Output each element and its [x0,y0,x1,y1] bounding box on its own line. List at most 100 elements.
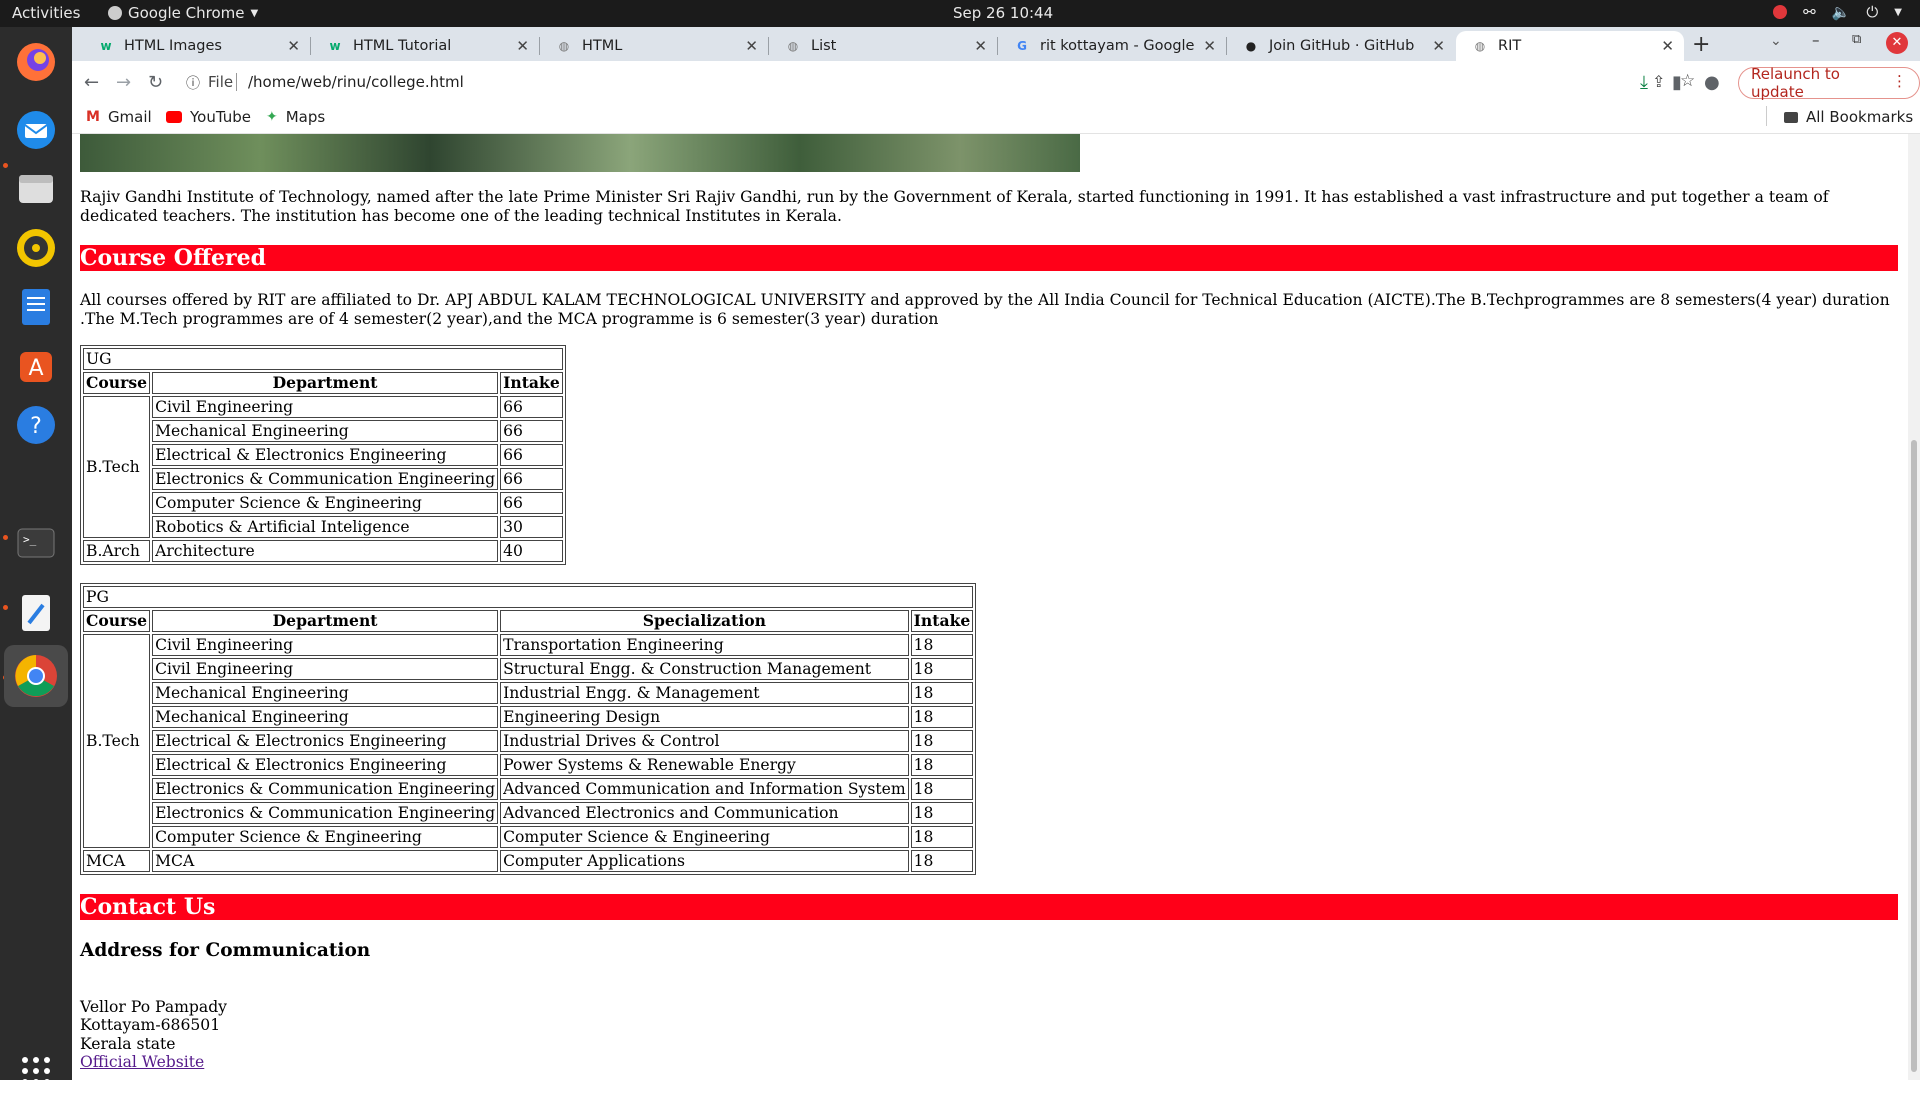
table-row: Robotics & Artificial Inteligence 30 [83,516,563,538]
back-icon[interactable]: ← [84,72,99,93]
minimize-button[interactable]: – [1812,31,1820,49]
youtube-icon [166,111,182,123]
bookmark-gmail[interactable]: M Gmail [86,108,152,126]
volume-icon: 🔈 [1831,3,1851,21]
app-center-icon[interactable]: A [10,340,62,392]
table-row: Civil Engineering Structural Engg. & Con… [83,658,974,680]
intake-cell: 18 [910,826,974,848]
department-cell: Architecture [152,540,499,562]
tab-title: Join GitHub · GitHub [1269,38,1415,54]
thunderbird-icon[interactable] [10,104,62,156]
address-line: Kottayam-686501 [80,1016,221,1035]
intake-cell: 18 [910,634,974,656]
url-text[interactable]: /home/web/rinu/college.html [248,73,464,91]
department-cell: Civil Engineering [152,634,499,656]
profile-icon[interactable]: ● [1704,72,1720,93]
specialization-cell: Transportation Engineering [500,634,909,656]
intake-cell: 18 [910,754,974,776]
rhythmbox-icon[interactable] [10,222,62,274]
bookmark-youtube[interactable]: YouTube [166,108,251,126]
col-header: Intake [500,372,563,394]
writer-icon[interactable] [10,281,62,333]
caret-down-icon: ▼ [250,7,259,19]
close-icon[interactable]: ✕ [974,37,987,55]
close-icon[interactable]: ✕ [745,37,758,55]
chrome-icon [108,6,122,20]
side-panel-icon[interactable]: ▮ [1672,72,1682,93]
intake-cell: 66 [500,492,563,514]
system-tray[interactable]: ⚯ 🔈 ⏻ ▼ [1773,3,1902,21]
text-editor-icon[interactable] [10,587,62,639]
course-cell: B.Tech [83,396,151,538]
specialization-cell: Industrial Engg. & Management [500,682,909,704]
tab-title: rit kottayam - Google Se [1040,38,1200,54]
department-cell: Computer Science & Engineering [152,492,499,514]
table-row: Mechanical Engineering Engineering Desig… [83,706,974,728]
activities-button[interactable]: Activities [12,4,80,22]
clock[interactable]: Sep 26 10:44 [953,4,1053,22]
intake-cell: 40 [500,540,563,562]
table-row: Electrical & Electronics Engineering Ind… [83,730,974,752]
tab-html[interactable]: ◍ HTML ✕ [540,31,768,61]
intake-cell: 18 [910,658,974,680]
forward-icon[interactable]: → [116,72,131,93]
more-menu-icon[interactable]: ⋮ [1892,72,1907,90]
department-cell: Electronics & Communication Engineering [152,468,499,490]
all-bookmarks-button[interactable]: All Bookmarks [1784,108,1913,126]
address-bar[interactable]: ⓘ File /home/web/rinu/college.html ⇪ ☆ [180,67,1700,99]
tab-rit[interactable]: ◍ RIT ✕ [1456,31,1684,61]
download-icon[interactable]: ⤓ [1640,72,1648,93]
department-cell: MCA [152,850,499,872]
department-cell: Civil Engineering [152,658,499,680]
page-scrollbar[interactable] [1908,134,1920,1080]
tab-title: List [811,38,837,54]
chrome-dock-icon[interactable] [4,645,68,707]
reload-icon[interactable]: ↻ [148,72,163,93]
close-icon[interactable]: ✕ [1432,37,1445,55]
tab-list[interactable]: ◍ List ✕ [769,31,997,61]
tab-html-images[interactable]: w HTML Images ✕ [82,31,310,61]
table-row: Electrical & Electronics Engineering Pow… [83,754,974,776]
specialization-cell: Advanced Electronics and Communication [500,802,909,824]
firefox-icon[interactable] [10,36,62,88]
official-website-link[interactable]: Official Website [80,1053,204,1071]
close-icon[interactable]: ✕ [516,37,529,55]
close-window-button[interactable]: ✕ [1886,32,1908,54]
globe-icon: ◍ [558,39,570,53]
relaunch-button[interactable]: Relaunch to update ⋮ [1738,65,1920,101]
tab-title: RIT [1498,38,1522,54]
specialization-cell: Engineering Design [500,706,909,728]
table-row: Mechanical Engineering Industrial Engg. … [83,682,974,704]
col-header: Department [152,610,499,632]
new-tab-button[interactable]: + [1692,32,1710,57]
address-line: Kerala state [80,1034,176,1053]
app-menu[interactable]: Google Chrome ▼ [108,4,258,22]
bookmarks-bar: M Gmail YouTube ✦ Maps All Bookmarks [72,103,1920,134]
scrollbar-thumb[interactable] [1911,440,1917,1072]
files-icon[interactable] [10,163,62,215]
specialization-cell: Power Systems & Renewable Energy [500,754,909,776]
close-icon[interactable]: ✕ [1203,37,1216,55]
tab-github[interactable]: ● Join GitHub · GitHub ✕ [1227,31,1455,61]
tab-search-icon[interactable]: ⌄ [1770,33,1782,49]
col-header: Course [83,610,151,632]
table-row: B.Tech Civil Engineering 66 [83,396,563,538]
help-icon[interactable]: ? [10,399,62,451]
info-icon[interactable]: ⓘ [186,73,200,93]
courses-paragraph: All courses offered by RIT are affiliate… [80,291,1890,328]
close-icon[interactable]: ✕ [1661,37,1674,55]
tab-html-tutorial[interactable]: w HTML Tutorial ✕ [311,31,539,61]
maximize-button[interactable]: ⧉ [1852,32,1861,47]
department-cell: Electronics & Communication Engineering [152,778,499,800]
share-icon[interactable]: ⇪ [1652,72,1665,91]
terminal-icon[interactable]: >_ [10,517,62,569]
all-bookmarks-label: All Bookmarks [1806,108,1914,126]
col-header: Intake [910,610,974,632]
bookmark-maps[interactable]: ✦ Maps [266,108,325,126]
star-icon[interactable]: ☆ [1680,71,1695,91]
close-icon[interactable]: ✕ [287,37,300,55]
tab-google-search[interactable]: G rit kottayam - Google Se ✕ [998,31,1226,61]
course-cell: B.Arch [83,540,151,562]
show-apps-icon[interactable] [10,1045,62,1097]
app-name: Google Chrome [128,4,245,22]
